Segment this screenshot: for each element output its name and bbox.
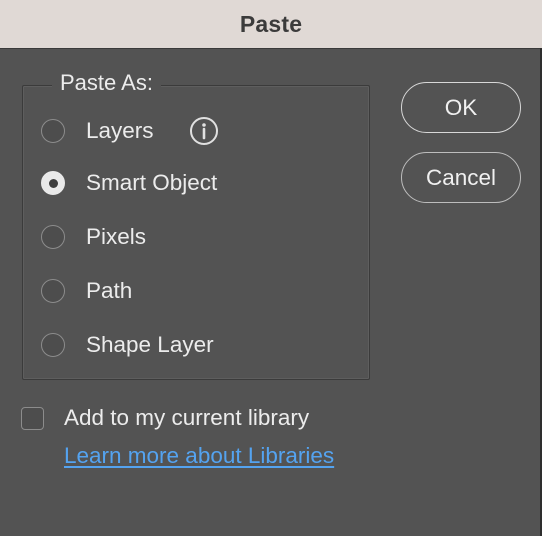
add-to-library-checkbox[interactable] [21,406,44,430]
radio-button-smart-object[interactable] [41,171,65,195]
radio-label-layers: Layers [86,118,154,143]
radio-label-smart-object: Smart Object [86,170,218,195]
add-to-library-option[interactable]: Add to my current library [21,403,309,433]
add-to-library-label: Add to my current library [64,405,310,430]
radio-option-pixels[interactable]: Pixels [41,222,146,252]
radio-label-pixels: Pixels [86,224,147,249]
title-bar[interactable]: Paste [0,0,542,49]
learn-more-libraries-link[interactable]: Learn more about Libraries [64,443,334,469]
radio-label-path: Path [86,278,133,303]
radio-button-pixels[interactable] [41,225,65,249]
dialog-title: Paste [239,10,303,37]
radio-button-layers[interactable] [41,119,65,143]
radio-button-shape-layer[interactable] [41,333,65,357]
radio-option-layers[interactable]: Layers [41,116,154,146]
paste-dialog: Paste Paste As: Layers Smart Object Pixe… [0,0,542,536]
radio-label-shape-layer: Shape Layer [86,332,214,357]
info-circle-icon[interactable] [189,116,219,146]
cancel-button[interactable]: Cancel [401,152,521,203]
radio-button-path[interactable] [41,279,65,303]
radio-option-shape-layer[interactable]: Shape Layer [41,330,214,360]
paste-as-legend: Paste As: [52,70,161,96]
ok-button[interactable]: OK [401,82,521,133]
radio-option-path[interactable]: Path [41,276,132,306]
radio-option-smart-object[interactable]: Smart Object [41,168,217,198]
